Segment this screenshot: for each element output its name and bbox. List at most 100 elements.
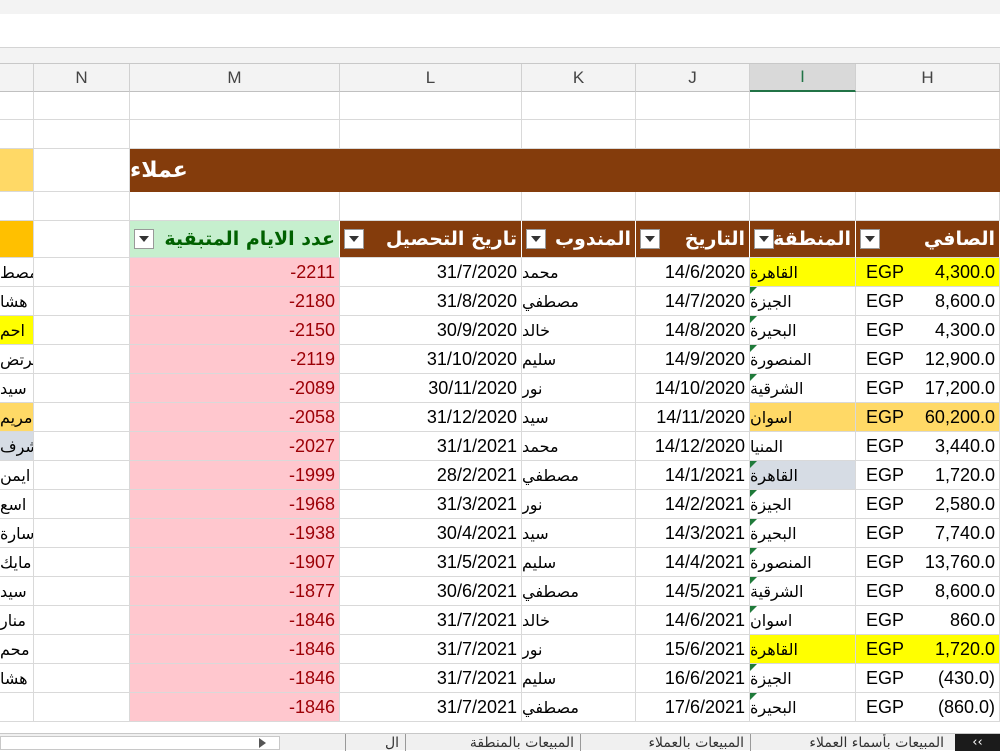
days-cell[interactable]: -2089: [130, 374, 340, 403]
rep-cell[interactable]: سيد: [522, 519, 636, 548]
filter-dropdown-icon[interactable]: [860, 229, 880, 249]
cell-n[interactable]: [34, 635, 130, 664]
net-cell[interactable]: (430.0) EGP: [856, 664, 1000, 693]
collect-date-cell[interactable]: 31/7/2021: [340, 693, 522, 722]
rep-cell[interactable]: مصطفي: [522, 287, 636, 316]
collect-date-cell[interactable]: 31/12/2020: [340, 403, 522, 432]
filter-dropdown-icon[interactable]: [754, 229, 774, 249]
empty-cell[interactable]: [130, 120, 340, 149]
days-cell[interactable]: -1846: [130, 606, 340, 635]
table-row[interactable]: مرتض -2119 31/10/2020سليم 14/9/2020المنصورة…: [0, 345, 1000, 374]
cell-n[interactable]: [34, 432, 130, 461]
tab-scroll-next-icon[interactable]: ‹‹: [955, 734, 1000, 751]
region-cell[interactable]: المنصورة: [750, 345, 856, 374]
empty-row[interactable]: [0, 120, 1000, 149]
rep-cell[interactable]: مصطفي: [522, 461, 636, 490]
customer-cell[interactable]: احم: [0, 316, 34, 345]
rep-cell[interactable]: سليم: [522, 664, 636, 693]
days-cell[interactable]: -1846: [130, 664, 340, 693]
empty-cell[interactable]: [522, 120, 636, 149]
col-header-h[interactable]: H: [856, 64, 1000, 92]
region-cell[interactable]: المنصورة: [750, 548, 856, 577]
days-cell[interactable]: -1938: [130, 519, 340, 548]
cell-n[interactable]: [34, 258, 130, 287]
region-cell[interactable]: القاهرة: [750, 461, 856, 490]
empty-cell[interactable]: [856, 92, 1000, 120]
empty-cell[interactable]: [0, 92, 34, 120]
days-cell[interactable]: -1968: [130, 490, 340, 519]
sheet-tab-1[interactable]: المبيعات بأسماء العملاء: [750, 734, 950, 751]
date-cell[interactable]: 14/6/2020: [636, 258, 750, 287]
col-header-k[interactable]: K: [522, 64, 636, 92]
col-header-m[interactable]: M: [130, 64, 340, 92]
col-header-j[interactable]: J: [636, 64, 750, 92]
customer-cell[interactable]: مصط: [0, 258, 34, 287]
rep-cell[interactable]: مصطفي: [522, 577, 636, 606]
collect-date-cell[interactable]: 28/2/2021: [340, 461, 522, 490]
col-header-i[interactable]: I: [750, 64, 856, 92]
net-cell[interactable]: 1,720.0 EGP: [856, 461, 1000, 490]
empty-row[interactable]: [0, 192, 1000, 221]
net-cell[interactable]: 12,900.0 EGP: [856, 345, 1000, 374]
formula-bar[interactable]: [0, 14, 1000, 48]
customer-cell[interactable]: اشرف: [0, 432, 34, 461]
collect-date-cell[interactable]: 31/1/2021: [340, 432, 522, 461]
empty-cell[interactable]: [856, 192, 1000, 221]
collect-date-cell[interactable]: 31/7/2021: [340, 664, 522, 693]
filter-dropdown-icon[interactable]: [344, 229, 364, 249]
empty-cell[interactable]: [340, 192, 522, 221]
customer-cell[interactable]: ايمن: [0, 461, 34, 490]
days-cell[interactable]: -1846: [130, 635, 340, 664]
days-cell[interactable]: -2211: [130, 258, 340, 287]
empty-cell[interactable]: [636, 192, 750, 221]
region-cell[interactable]: الشرقية: [750, 374, 856, 403]
cell-n[interactable]: [34, 548, 130, 577]
cell-n[interactable]: [34, 490, 130, 519]
date-cell[interactable]: 14/10/2020: [636, 374, 750, 403]
net-cell[interactable]: 4,300.0 EGP: [856, 316, 1000, 345]
cell-n[interactable]: [34, 664, 130, 693]
rep-cell[interactable]: محمد: [522, 432, 636, 461]
table-row[interactable]: سارة -1938 30/4/2021 سيد 14/3/2021 البحيرة 7,7…: [0, 519, 1000, 548]
empty-cell[interactable]: [0, 192, 34, 221]
net-cell[interactable]: 3,440.0 EGP: [856, 432, 1000, 461]
date-cell[interactable]: 14/2/2021: [636, 490, 750, 519]
empty-cell[interactable]: [750, 192, 856, 221]
empty-cell[interactable]: [636, 120, 750, 149]
date-cell[interactable]: 14/12/2020: [636, 432, 750, 461]
collect-date-cell[interactable]: 31/10/2020: [340, 345, 522, 374]
date-cell[interactable]: 14/8/2020: [636, 316, 750, 345]
net-cell[interactable]: (860.0) EGP: [856, 693, 1000, 722]
region-cell[interactable]: القاهرة: [750, 258, 856, 287]
empty-cell[interactable]: [34, 192, 130, 221]
rep-cell[interactable]: سليم: [522, 345, 636, 374]
days-cell[interactable]: -1907: [130, 548, 340, 577]
filter-dropdown-icon[interactable]: [526, 229, 546, 249]
collect-date-cell[interactable]: 30/4/2021: [340, 519, 522, 548]
horizontal-scrollbar[interactable]: [0, 736, 280, 750]
filter-dropdown-icon[interactable]: [134, 229, 154, 249]
date-cell[interactable]: 16/6/2021: [636, 664, 750, 693]
customer-cell[interactable]: مريم: [0, 403, 34, 432]
empty-cell[interactable]: [34, 120, 130, 149]
date-cell[interactable]: 17/6/2021: [636, 693, 750, 722]
cell-n[interactable]: [34, 693, 130, 722]
region-cell[interactable]: البحيرة: [750, 693, 856, 722]
customer-cell[interactable]: محم: [0, 635, 34, 664]
date-cell[interactable]: 14/6/2021: [636, 606, 750, 635]
cell-n[interactable]: [34, 606, 130, 635]
collect-date-cell[interactable]: 30/9/2020: [340, 316, 522, 345]
empty-cell[interactable]: [130, 92, 340, 120]
date-cell[interactable]: 14/4/2021: [636, 548, 750, 577]
net-cell[interactable]: 860.0 EGP: [856, 606, 1000, 635]
days-cell[interactable]: -1877: [130, 577, 340, 606]
empty-row[interactable]: [0, 92, 1000, 120]
table-row[interactable]: اسع -1968 31/3/2021 نور 14/2/2021 الجيزة 2,580…: [0, 490, 1000, 519]
customer-cell[interactable]: اسع: [0, 490, 34, 519]
net-cell[interactable]: 13,760.0 EGP: [856, 548, 1000, 577]
rep-cell[interactable]: سيد: [522, 403, 636, 432]
region-cell[interactable]: اسوان: [750, 403, 856, 432]
date-cell[interactable]: 14/3/2021: [636, 519, 750, 548]
days-cell[interactable]: -2180: [130, 287, 340, 316]
cell-n[interactable]: [34, 374, 130, 403]
